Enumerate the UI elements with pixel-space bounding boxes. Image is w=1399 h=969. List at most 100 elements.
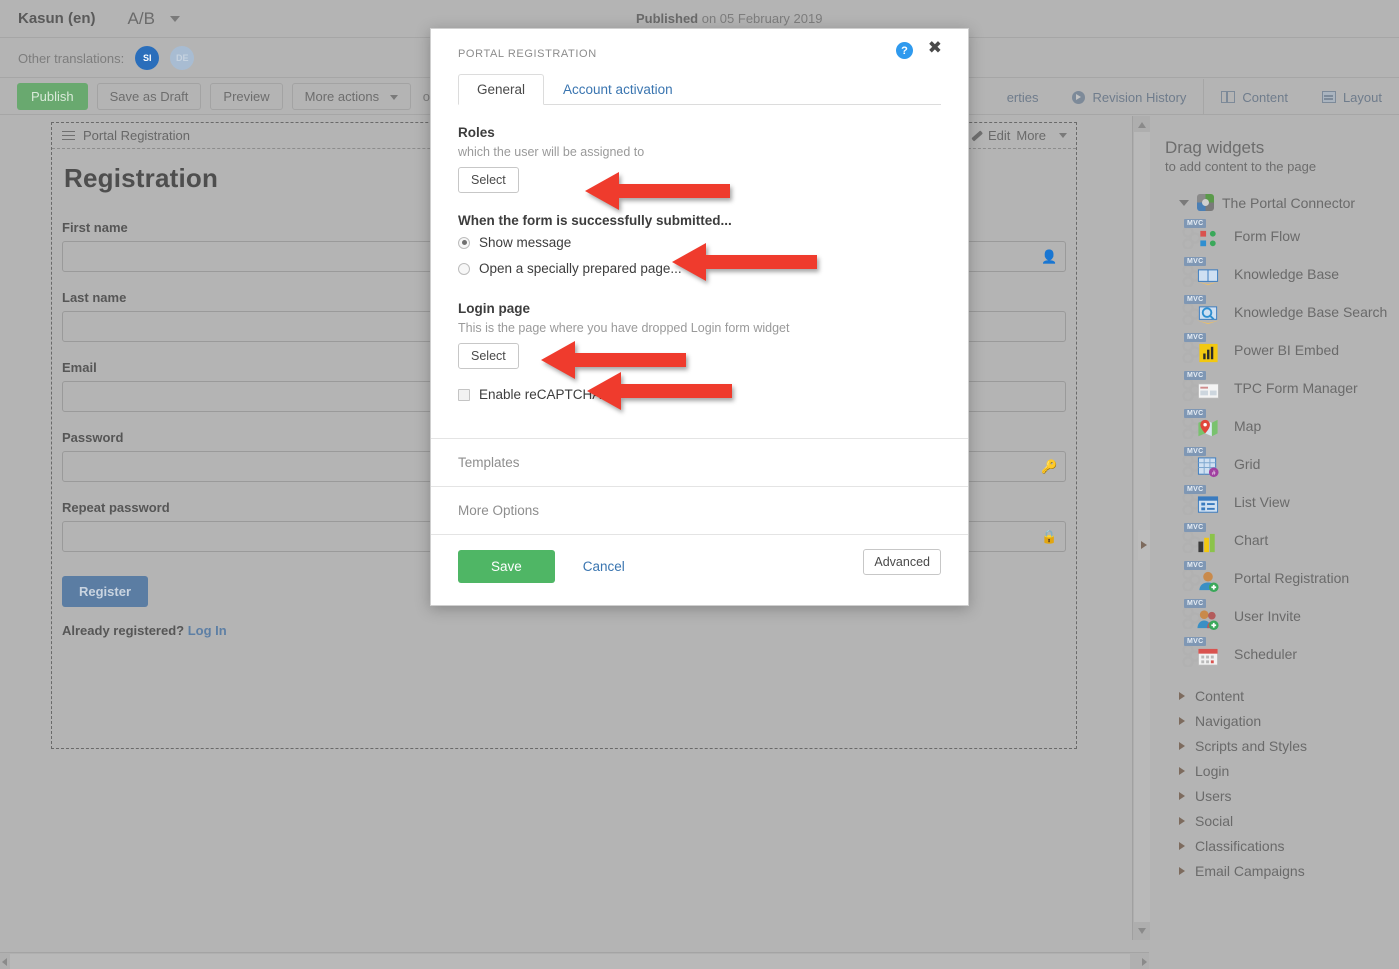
revision-history-button[interactable]: Revision History [1055, 79, 1203, 115]
widget-item-tpc-form-manager[interactable]: MVC TPC Form Manager [1165, 369, 1399, 407]
widget-item-power-bi-embed[interactable]: MVC Power BI Embed [1165, 331, 1399, 369]
widget-item-grid[interactable]: MVC # Grid [1165, 445, 1399, 483]
sidebar-group-the-portal-connector[interactable]: The Portal Connector [1179, 194, 1399, 211]
login-page-title: Login page [458, 301, 530, 316]
canvas-horizontal-scrollbar[interactable] [0, 952, 1149, 969]
log-in-link[interactable]: Log In [188, 623, 227, 638]
list-view-icon: MVC [1181, 485, 1225, 519]
sidebar-category-label: Login [1195, 762, 1230, 779]
sidebar-category-login[interactable]: Login [1165, 758, 1399, 783]
content-tab-button[interactable]: Content [1204, 79, 1305, 115]
widget-item-form-flow[interactable]: MVC Form Flow [1165, 217, 1399, 255]
contact-card-icon[interactable]: 👤 [1041, 248, 1058, 266]
scroll-left-icon[interactable] [2, 958, 7, 966]
templates-section[interactable]: Templates [431, 438, 968, 486]
mvc-badge: MVC [1184, 371, 1207, 380]
sidebar-category-users[interactable]: Users [1165, 783, 1399, 808]
already-registered-label: Already registered? [62, 623, 185, 638]
cancel-button[interactable]: Cancel [577, 558, 631, 575]
sidebar-category-navigation[interactable]: Navigation [1165, 708, 1399, 733]
widget-item-label: TPC Form Manager [1234, 380, 1358, 396]
sidebar-category-social[interactable]: Social [1165, 808, 1399, 833]
more-options-section[interactable]: More Options [431, 486, 968, 534]
content-panel-icon [1221, 90, 1236, 103]
mvc-badge: MVC [1184, 637, 1207, 646]
canvas-vertical-scrollbar[interactable] [1132, 116, 1150, 940]
open-prepared-page-radio[interactable] [458, 262, 470, 275]
map-icon: MVC [1181, 409, 1225, 443]
sidebar-category-classifications[interactable]: Classifications [1165, 833, 1399, 858]
widget-edit-button[interactable]: Edit [988, 128, 1010, 143]
widget-item-knowledge-base-search[interactable]: MVC Knowledge Base Search [1165, 293, 1399, 331]
more-actions-button[interactable]: More actions [291, 83, 411, 110]
login-page-select-button[interactable]: Select [458, 343, 519, 369]
revision-history-label: Revision History [1092, 89, 1187, 105]
show-message-radio[interactable] [458, 236, 470, 249]
scroll-right-icon[interactable] [1142, 958, 1147, 966]
sidebar-category-label: Classifications [1195, 837, 1285, 854]
drag-handle-icon[interactable] [62, 128, 75, 143]
chevron-right-icon [1179, 866, 1185, 875]
scroll-up-icon[interactable] [1138, 122, 1146, 128]
chevron-down-icon [389, 95, 398, 101]
widget-item-label: Form Flow [1234, 228, 1301, 244]
widget-item-label: Scheduler [1234, 646, 1298, 662]
widget-item-list-view[interactable]: MVC List View [1165, 483, 1399, 521]
widget-item-label: User Invite [1234, 608, 1301, 624]
publish-button[interactable]: Publish [17, 83, 88, 110]
annotation-arrow-open-prepared-page [672, 243, 817, 281]
list-view-icon-glyph [1197, 496, 1219, 513]
enable-recaptcha-label: Enable reCAPTCHA [479, 387, 602, 402]
scheduler-icon-glyph [1197, 648, 1219, 666]
advanced-button[interactable]: Advanced [863, 549, 941, 575]
widget-item-chart[interactable]: MVC Chart [1165, 521, 1399, 559]
widget-item-portal-registration[interactable]: MVC Portal Registration [1165, 559, 1399, 597]
annotation-arrow-roles-select [585, 172, 730, 210]
portal-connector-logo-icon [1197, 194, 1214, 211]
sidebar-collapse-handle[interactable] [1138, 530, 1150, 560]
roles-select-button[interactable]: Select [458, 167, 519, 193]
translation-badge-de[interactable]: DE [170, 46, 195, 70]
save-as-draft-button[interactable]: Save as Draft [96, 83, 202, 110]
translation-badge-si[interactable]: SI [135, 46, 160, 70]
widget-item-label: Portal Registration [1234, 570, 1350, 586]
widget-item-map[interactable]: MVC Map [1165, 407, 1399, 445]
enable-recaptcha-checkbox[interactable] [458, 388, 470, 401]
scroll-down-icon[interactable] [1138, 928, 1146, 934]
sidebar-category-content[interactable]: Content [1165, 683, 1399, 708]
help-icon[interactable]: ? [896, 42, 913, 59]
widget-item-label: Grid [1234, 456, 1261, 472]
chevron-right-icon [1179, 841, 1185, 850]
widget-item-label: Chart [1234, 532, 1269, 548]
widget-item-knowledge-base[interactable]: MVC Knowledge Base [1165, 255, 1399, 293]
ab-test-selector[interactable]: A/B [128, 9, 180, 29]
save-button[interactable]: Save [458, 550, 555, 583]
widget-item-user-invite[interactable]: MVC User Invite [1165, 597, 1399, 635]
mvc-badge: MVC [1184, 485, 1207, 494]
widget-more-button[interactable]: More [1016, 128, 1046, 143]
layout-tab-button[interactable]: Layout [1305, 79, 1399, 115]
portal-registration-icon-glyph [1199, 571, 1219, 593]
key-lock-icon[interactable]: 🔒 [1041, 528, 1058, 546]
other-translations-label: Other translations: [18, 50, 125, 66]
form-flow-icon: MVC [1181, 219, 1225, 253]
sidebar-category-scripts-and-styles[interactable]: Scripts and Styles [1165, 733, 1399, 758]
pencil-icon [971, 130, 982, 141]
widget-item-label: Knowledge Base [1234, 266, 1340, 282]
mvc-badge: MVC [1184, 409, 1207, 418]
sidebar-category-label: Content [1195, 687, 1245, 704]
tab-account-activation[interactable]: Account activation [544, 74, 692, 105]
register-button[interactable]: Register [62, 576, 149, 607]
publish-status-date: on 05 February 2019 [698, 11, 823, 26]
sidebar-category-email-campaigns[interactable]: Email Campaigns [1165, 858, 1399, 883]
horizontal-scroll-thumb[interactable] [10, 954, 1130, 969]
knowledge-base-icon: MVC [1181, 257, 1225, 291]
tab-general[interactable]: General [458, 74, 545, 105]
widget-item-scheduler[interactable]: MVC Scheduler [1165, 635, 1399, 673]
show-message-label: Show message [479, 235, 572, 250]
preview-button[interactable]: Preview [210, 83, 283, 110]
close-icon[interactable]: ✖ [928, 40, 942, 57]
key-card-icon[interactable]: 🔑 [1041, 458, 1058, 476]
vertical-scroll-thumb[interactable] [1134, 132, 1150, 922]
properties-button[interactable]: erties [990, 79, 1056, 115]
